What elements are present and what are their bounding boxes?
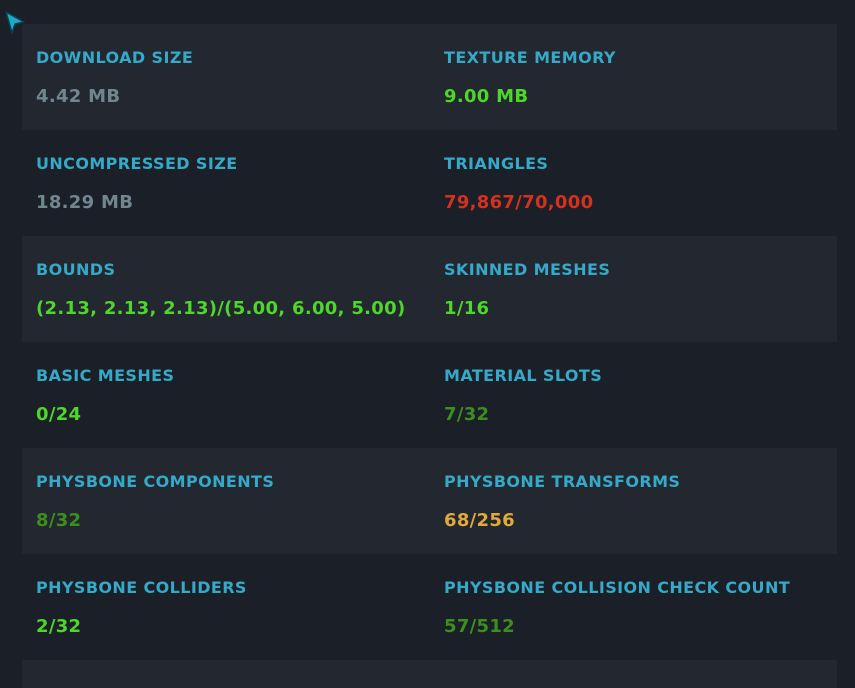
stat-label: PHYSBONE COMPONENTS <box>36 472 275 491</box>
stat-row-4: PHYSBONE COMPONENTS 8/32 PHYSBONE TRANSF… <box>22 448 837 554</box>
stat-label: PHYSBONE TRANSFORMS <box>444 472 681 491</box>
stat-label: PHYSBONE COLLIDERS <box>36 578 247 597</box>
stat-row-2: BOUNDS (2.13, 2.13, 2.13)/(5.00, 6.00, 5… <box>22 236 837 342</box>
stat-label: DOWNLOAD SIZE <box>36 48 194 67</box>
stat-label: BOUNDS <box>36 260 116 279</box>
stat-value: 7/32 <box>444 404 490 425</box>
stat-label: TEXTURE MEMORY <box>444 48 616 67</box>
stat-download-size: DOWNLOAD SIZE 4.42 MB <box>22 24 430 130</box>
stat-basic-meshes: BASIC MESHES 0/24 <box>22 342 430 448</box>
stat-value: 68/256 <box>444 510 515 531</box>
stat-value: 0/24 <box>36 404 82 425</box>
stat-value: 57/512 <box>444 616 515 637</box>
stat-label: UNCOMPRESSED SIZE <box>36 154 238 173</box>
stat-texture-memory: TEXTURE MEMORY 9.00 MB <box>430 24 837 130</box>
stat-uncompressed-size: UNCOMPRESSED SIZE 18.29 MB <box>22 130 430 236</box>
stat-physbone-collision-check-count: PHYSBONE COLLISION CHECK COUNT 57/512 <box>430 554 837 660</box>
stat-label: SKINNED MESHES <box>444 260 611 279</box>
stat-physbone-components: PHYSBONE COMPONENTS 8/32 <box>22 448 430 554</box>
stat-label: TRIANGLES <box>444 154 549 173</box>
performance-stats-table: DOWNLOAD SIZE 4.42 MB TEXTURE MEMORY 9.0… <box>22 24 837 688</box>
stat-row-1: UNCOMPRESSED SIZE 18.29 MB TRIANGLES 79,… <box>22 130 837 236</box>
stat-value: (2.13, 2.13, 2.13)/(5.00, 6.00, 5.00) <box>36 298 406 319</box>
stat-physbone-transforms: PHYSBONE TRANSFORMS 68/256 <box>430 448 837 554</box>
stat-value: 2/32 <box>36 616 82 637</box>
stat-row-3: BASIC MESHES 0/24 MATERIAL SLOTS 7/32 <box>22 342 837 448</box>
stat-label: BASIC MESHES <box>36 366 175 385</box>
stat-value: 4.42 MB <box>36 86 121 107</box>
stat-bounds: BOUNDS (2.13, 2.13, 2.13)/(5.00, 6.00, 5… <box>22 236 430 342</box>
stat-skinned-meshes: SKINNED MESHES 1/16 <box>430 236 837 342</box>
stat-material-slots: MATERIAL SLOTS 7/32 <box>430 342 837 448</box>
stat-value: 1/16 <box>444 298 490 319</box>
stat-label: PHYSBONE COLLISION CHECK COUNT <box>444 578 791 597</box>
stat-row-partial <box>22 660 837 688</box>
stat-row-0: DOWNLOAD SIZE 4.42 MB TEXTURE MEMORY 9.0… <box>22 24 837 130</box>
stat-value: 8/32 <box>36 510 82 531</box>
stat-row-5: PHYSBONE COLLIDERS 2/32 PHYSBONE COLLISI… <box>22 554 837 660</box>
stat-triangles: TRIANGLES 79,867/70,000 <box>430 130 837 236</box>
stat-physbone-colliders: PHYSBONE COLLIDERS 2/32 <box>22 554 430 660</box>
stat-value: 9.00 MB <box>444 86 529 107</box>
stat-value: 79,867/70,000 <box>444 192 594 213</box>
stat-label: MATERIAL SLOTS <box>444 366 603 385</box>
stat-value: 18.29 MB <box>36 192 134 213</box>
